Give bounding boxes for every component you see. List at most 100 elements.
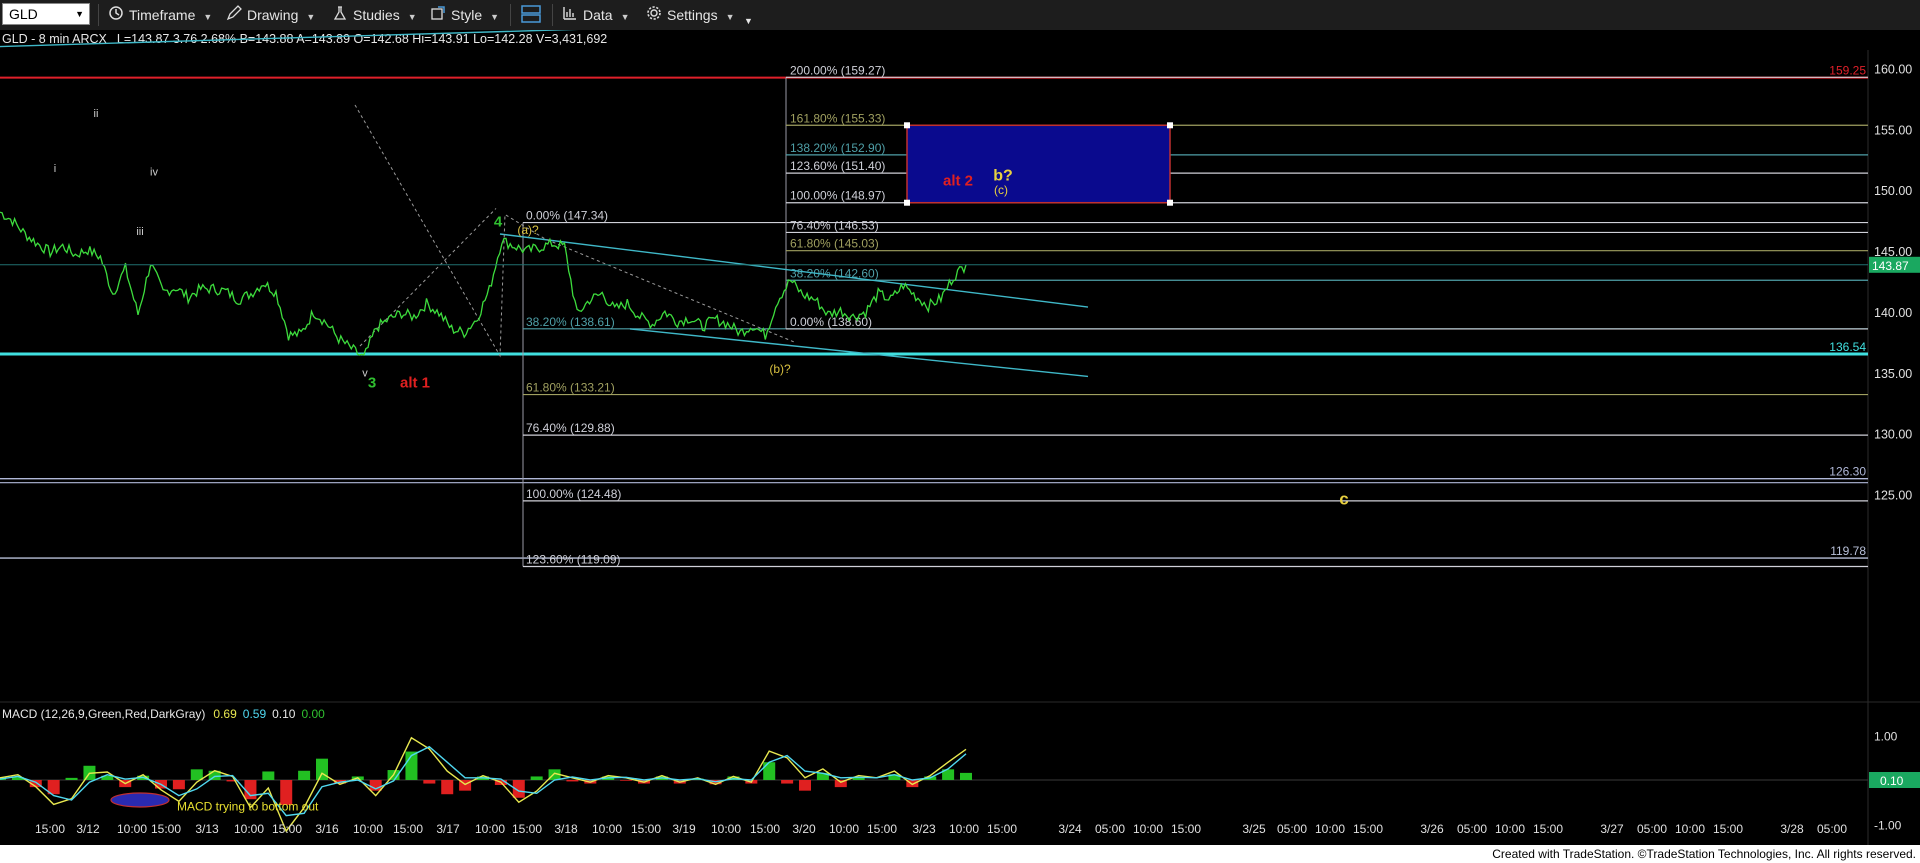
macd-histogram-bar <box>316 758 328 780</box>
fib-level-label: 138.20% (152.90) <box>790 141 885 155</box>
data-button[interactable]: Data ▼ <box>562 4 630 26</box>
wave-label: i <box>54 163 56 175</box>
wave-label: iii <box>136 226 143 238</box>
time-tick-label: 3/27 <box>1600 822 1624 836</box>
time-tick-label: 10:00 <box>475 822 505 836</box>
wave-label: (b)? <box>769 362 791 376</box>
wave-label: 4 <box>494 214 503 231</box>
time-tick-label: 10:00 <box>1315 822 1345 836</box>
settings-button[interactable]: Settings ▼ <box>646 4 735 26</box>
time-tick-label: 15:00 <box>867 822 897 836</box>
macd-histogram-bar <box>298 770 311 780</box>
more-dropdown-icon[interactable]: ▼ <box>744 10 753 32</box>
fib-level-label: 38.20% (142.60) <box>790 266 879 280</box>
fib-level-label: 76.40% (146.53) <box>790 218 879 232</box>
macd-histogram-bar <box>441 780 454 795</box>
time-tick-label: 3/13 <box>195 822 219 836</box>
fib-level-label: 0.00% (147.34) <box>526 209 608 223</box>
time-tick-label: 05:00 <box>1457 822 1487 836</box>
time-tick-label: 10:00 <box>1675 822 1705 836</box>
macd-highlight-ellipse <box>110 792 170 808</box>
copyright-text: Created with TradeStation. ©TradeStation… <box>1492 847 1916 861</box>
macd-histogram-bar <box>799 780 811 791</box>
toolbar-divider <box>510 4 511 26</box>
timeframe-button[interactable]: Timeframe ▼ <box>108 4 212 26</box>
time-tick-label: 15:00 <box>272 822 302 836</box>
time-tick-label: 15:00 <box>151 822 181 836</box>
time-tick-label: 15:00 <box>1353 822 1383 836</box>
studies-button[interactable]: Studies ▼ <box>332 4 417 26</box>
macd-histogram-bar <box>190 769 203 780</box>
layout-button[interactable] <box>520 4 547 26</box>
time-tick-label: 3/12 <box>76 822 100 836</box>
wave-label: 3 <box>368 374 376 391</box>
macd-histogram-bar <box>960 772 972 780</box>
wave-label: c <box>1339 489 1348 508</box>
price-tick-label: 160.00 <box>1874 62 1912 76</box>
macd-histogram-bar <box>172 780 185 790</box>
wave-label: alt 2 <box>943 172 973 189</box>
symbol-dropdown-icon[interactable]: ▼ <box>75 4 84 24</box>
quote-line: L=143.87 3.76 2.68% B=143.88 A=143.89 O=… <box>117 32 607 46</box>
time-tick-label: 10:00 <box>829 822 859 836</box>
time-tick-label: 3/20 <box>792 822 816 836</box>
chevron-down-icon: ▼ <box>725 12 735 22</box>
time-tick-label: 3/24 <box>1058 822 1082 836</box>
time-tick-label: 3/18 <box>554 822 578 836</box>
time-tick-label: 3/25 <box>1242 822 1266 836</box>
price-tick-label: 130.00 <box>1874 428 1912 442</box>
macd-histogram-bar <box>620 780 633 781</box>
footer: Created with TradeStation. ©TradeStation… <box>0 845 1920 863</box>
target-box-handle <box>1167 122 1173 129</box>
time-tick-label: 3/28 <box>1780 822 1804 836</box>
time-tick-label: 10:00 <box>234 822 264 836</box>
price-tick-label: 125.00 <box>1874 489 1912 503</box>
time-tick-label: 10:00 <box>949 822 979 836</box>
time-tick-label: 15:00 <box>35 822 65 836</box>
symbol-value: GLD <box>9 6 38 22</box>
fib-level-label: 61.80% (145.03) <box>790 237 879 251</box>
macd-value-badge: 0.10 <box>1880 774 1904 788</box>
zero-value: 0.00 <box>301 707 325 721</box>
time-tick-label: 10:00 <box>1495 822 1525 836</box>
toolbar-divider <box>98 4 99 26</box>
time-tick-label: 05:00 <box>1277 822 1307 836</box>
chevron-down-icon: ▼ <box>306 12 316 22</box>
fib-level-label: 76.40% (129.88) <box>526 421 615 435</box>
time-tick-label: 15:00 <box>750 822 780 836</box>
clock-icon <box>108 5 124 27</box>
macd-value: 0.69 <box>213 707 237 721</box>
time-tick-label: 3/19 <box>672 822 696 836</box>
macd-histogram-bar <box>423 780 436 784</box>
signal-value: 0.59 <box>243 707 267 721</box>
price-tick-label: 155.00 <box>1874 123 1912 137</box>
time-tick-label: 15:00 <box>987 822 1017 836</box>
wave-label: alt 1 <box>400 374 430 391</box>
fib-level-label: 200.00% (159.27) <box>790 63 885 77</box>
settings-label: Settings <box>667 7 718 23</box>
time-tick-label: 10:00 <box>711 822 741 836</box>
chevron-down-icon: ▼ <box>407 12 417 22</box>
target-box[interactable] <box>904 122 1173 206</box>
price-tick-label: 135.00 <box>1874 367 1912 381</box>
time-tick-label: 05:00 <box>1095 822 1125 836</box>
target-box-handle <box>904 122 910 129</box>
layout-icon <box>520 4 542 30</box>
diff-value: 0.10 <box>272 707 296 721</box>
wave-label: (a)? <box>517 223 539 237</box>
symbol-input[interactable]: GLD ▼ <box>2 3 90 25</box>
target-box-rect <box>906 124 1171 204</box>
macd-tick-label: -1.00 <box>1874 818 1902 832</box>
bar-chart-icon <box>562 5 578 27</box>
style-button[interactable]: Style ▼ <box>430 4 499 26</box>
fib-level-label: 123.60% (151.40) <box>790 159 885 173</box>
chart-area[interactable]: GLD - 8 min ARCX L=143.87 3.76 2.68% B=14… <box>0 30 1920 845</box>
price-tick-label: 150.00 <box>1874 184 1912 198</box>
price-tick-label: 140.00 <box>1874 306 1912 320</box>
fib-level-label: 61.80% (133.21) <box>526 381 615 395</box>
time-tick-label: 05:00 <box>1637 822 1667 836</box>
macd-annotation: MACD trying to bottom out <box>177 800 319 814</box>
drawing-button[interactable]: Drawing ▼ <box>226 4 315 26</box>
horizontal-level-label: 136.54 <box>1829 340 1866 354</box>
macd-histogram-bar <box>244 780 257 800</box>
